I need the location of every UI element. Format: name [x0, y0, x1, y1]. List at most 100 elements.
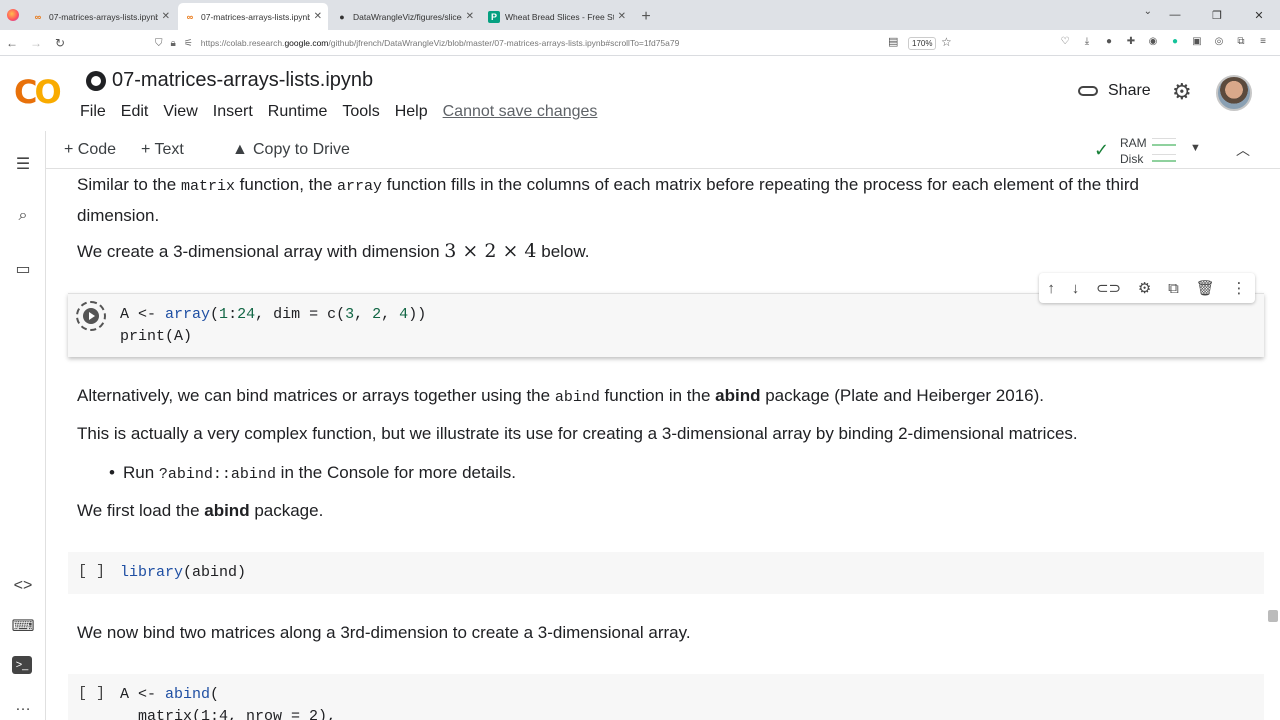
minimize-icon[interactable]: —: [1154, 0, 1196, 30]
forward-arrow-icon[interactable]: →: [24, 31, 48, 55]
url-bar[interactable]: ⛉ 🔒︎ ⚟ https://colab.research. google.com…: [155, 33, 955, 53]
menu-help[interactable]: Help: [395, 103, 428, 121]
extensions-puzzle-icon[interactable]: ⧉: [1234, 34, 1248, 48]
terminal-icon[interactable]: >_: [12, 656, 32, 674]
extension-icons: ♡ ⤓ ● ✚ ◉ ● ▣ ◎ ⧉ ≡: [1058, 34, 1270, 48]
text: function in the: [599, 386, 716, 405]
close-tab-icon[interactable]: ✕: [618, 11, 626, 22]
cell-settings-gear-icon[interactable]: ⚙: [1138, 279, 1151, 297]
restore-icon[interactable]: ❐: [1196, 0, 1238, 30]
code-cell-3[interactable]: [ ] A <- abind( matrix(1:4, nrow = 2),: [68, 674, 1264, 720]
chevron-down-icon[interactable]: ⌄: [1144, 6, 1152, 17]
reader-view-icon[interactable]: ▤: [888, 35, 898, 48]
back-arrow-icon[interactable]: ←: [0, 31, 24, 55]
ram-label: RAM: [1120, 136, 1147, 150]
menu-tools[interactable]: Tools: [342, 103, 379, 121]
link-to-cell-icon[interactable]: ⊂⊃: [1096, 279, 1121, 297]
text: package (Plate and Heiberger 2016).: [760, 386, 1044, 405]
code-cell-2[interactable]: [ ] library(abind): [68, 552, 1264, 594]
search-icon[interactable]: ⌕: [12, 205, 34, 227]
table-of-contents-icon[interactable]: ☰: [12, 153, 34, 175]
text: in the Console for more details.: [275, 463, 516, 482]
zoom-level[interactable]: 170%: [908, 37, 937, 50]
gear-icon[interactable]: ⚙: [1172, 79, 1192, 105]
menu-file[interactable]: File: [80, 103, 106, 121]
copy-to-drive-button[interactable]: Copy to Drive: [253, 141, 350, 159]
run-cell-icon[interactable]: [76, 301, 106, 331]
execution-count[interactable]: [ ]: [78, 685, 105, 702]
firefox-icon[interactable]: [0, 0, 26, 30]
extension-c-icon[interactable]: ◉: [1146, 34, 1160, 48]
folder-icon[interactable]: ▭: [12, 258, 34, 280]
inline-code: abind: [554, 389, 600, 406]
close-tab-icon[interactable]: ✕: [314, 11, 322, 22]
disk-meter: [1152, 154, 1176, 162]
move-cell-down-icon[interactable]: ↓: [1072, 280, 1080, 297]
extension-b-icon[interactable]: ✚: [1124, 34, 1138, 48]
menu-view[interactable]: View: [163, 103, 197, 121]
colab-logo[interactable]: CO: [14, 73, 62, 111]
move-cell-up-icon[interactable]: ↑: [1047, 280, 1055, 297]
permissions-icon[interactable]: ⚟: [184, 38, 193, 49]
notebook-title[interactable]: 07-matrices-arrays-lists.ipynb: [86, 69, 373, 92]
browser-tab-4[interactable]: P Wheat Bread Slices - Free Stock ✕: [482, 3, 632, 30]
reload-icon[interactable]: ↻: [48, 31, 72, 55]
close-tab-icon[interactable]: ✕: [466, 11, 474, 22]
add-text-button[interactable]: + Text: [141, 141, 184, 159]
browser-tab-2[interactable]: ∞ 07-matrices-arrays-lists.ipynb ✕: [178, 3, 328, 30]
browser-tab-3[interactable]: ● DataWrangleViz/figures/sliced- ✕: [330, 3, 480, 30]
mirror-cell-icon[interactable]: ⧉: [1168, 280, 1179, 297]
close-window-icon[interactable]: ✕: [1238, 0, 1280, 30]
pocket-icon[interactable]: ♡: [1058, 34, 1072, 48]
pexels-favicon-icon: P: [488, 10, 500, 23]
chevron-up-icon[interactable]: ︿: [1236, 140, 1250, 160]
link-icon: [1078, 86, 1098, 96]
ram-meter: [1152, 138, 1176, 146]
download-icon[interactable]: ⤓: [1080, 34, 1094, 48]
add-code-button[interactable]: + Code: [64, 141, 116, 159]
menu-icon[interactable]: ≡: [1256, 34, 1270, 48]
tab-title: 07-matrices-arrays-lists.ipynb: [201, 11, 310, 22]
text-paragraph-6: We now bind two matrices along a 3rd-dim…: [77, 623, 691, 642]
browser-tab-1[interactable]: ∞ 07-matrices-arrays-lists.ipynb ✕: [26, 3, 176, 30]
share-button[interactable]: Share: [1078, 82, 1151, 100]
bookmark-star-icon[interactable]: ☆: [941, 35, 952, 49]
avatar[interactable]: [1216, 75, 1252, 111]
github-favicon-icon: ●: [339, 11, 345, 22]
extension-a-icon[interactable]: ●: [1102, 34, 1116, 48]
lock-icon[interactable]: 🔒︎: [171, 38, 176, 49]
checkmark-icon: ✓: [1094, 140, 1110, 160]
cannot-save-link[interactable]: Cannot save changes: [443, 103, 598, 121]
tab-title: DataWrangleViz/figures/sliced-: [353, 11, 462, 22]
browser-nav-bar: ← → ↻ ⛉ 🔒︎ ⚟ https://colab.research. goog…: [0, 30, 1280, 56]
drive-icon: ▲: [232, 141, 248, 158]
more-icon[interactable]: …: [12, 695, 34, 717]
code-editor[interactable]: library(abind): [120, 562, 246, 584]
text: Run: [123, 463, 159, 482]
grammarly-icon[interactable]: ●: [1168, 34, 1182, 48]
close-tab-icon[interactable]: ✕: [162, 11, 170, 22]
extension-e-icon[interactable]: ◎: [1212, 34, 1226, 48]
command-palette-icon[interactable]: ⌨: [11, 615, 34, 637]
menu-runtime[interactable]: Runtime: [268, 103, 328, 121]
colab-header: CO 07-matrices-arrays-lists.ipynb File E…: [0, 57, 1280, 131]
text: package.: [249, 501, 324, 520]
resource-status[interactable]: ✓ RAM Disk ▼: [1094, 134, 1204, 166]
scrollbar[interactable]: [1268, 610, 1278, 622]
menu-edit[interactable]: Edit: [121, 103, 149, 121]
new-tab-icon[interactable]: +: [634, 3, 658, 30]
execution-count[interactable]: [ ]: [78, 563, 105, 580]
extension-d-icon[interactable]: ▣: [1190, 34, 1204, 48]
disk-label: Disk: [1120, 152, 1144, 166]
browser-tab-strip: ∞ 07-matrices-arrays-lists.ipynb ✕ ∞ 07-…: [0, 0, 1280, 30]
more-vert-icon[interactable]: ⋮: [1232, 279, 1247, 297]
code-snippets-icon[interactable]: <>: [12, 575, 34, 597]
text-paragraph-3: Alternatively, we can bind matrices or a…: [77, 381, 1044, 412]
colab-favicon-icon: ∞: [34, 11, 42, 22]
menu-insert[interactable]: Insert: [213, 103, 253, 121]
caret-down-icon[interactable]: ▼: [1190, 142, 1201, 154]
delete-cell-icon[interactable]: 🗑︎: [1196, 279, 1215, 297]
code-editor[interactable]: A <- array(1:24, dim = c(3, 2, 4)) print…: [120, 304, 426, 348]
shield-icon[interactable]: ⛉: [155, 38, 163, 49]
code-editor[interactable]: A <- abind( matrix(1:4, nrow = 2),: [120, 684, 336, 720]
